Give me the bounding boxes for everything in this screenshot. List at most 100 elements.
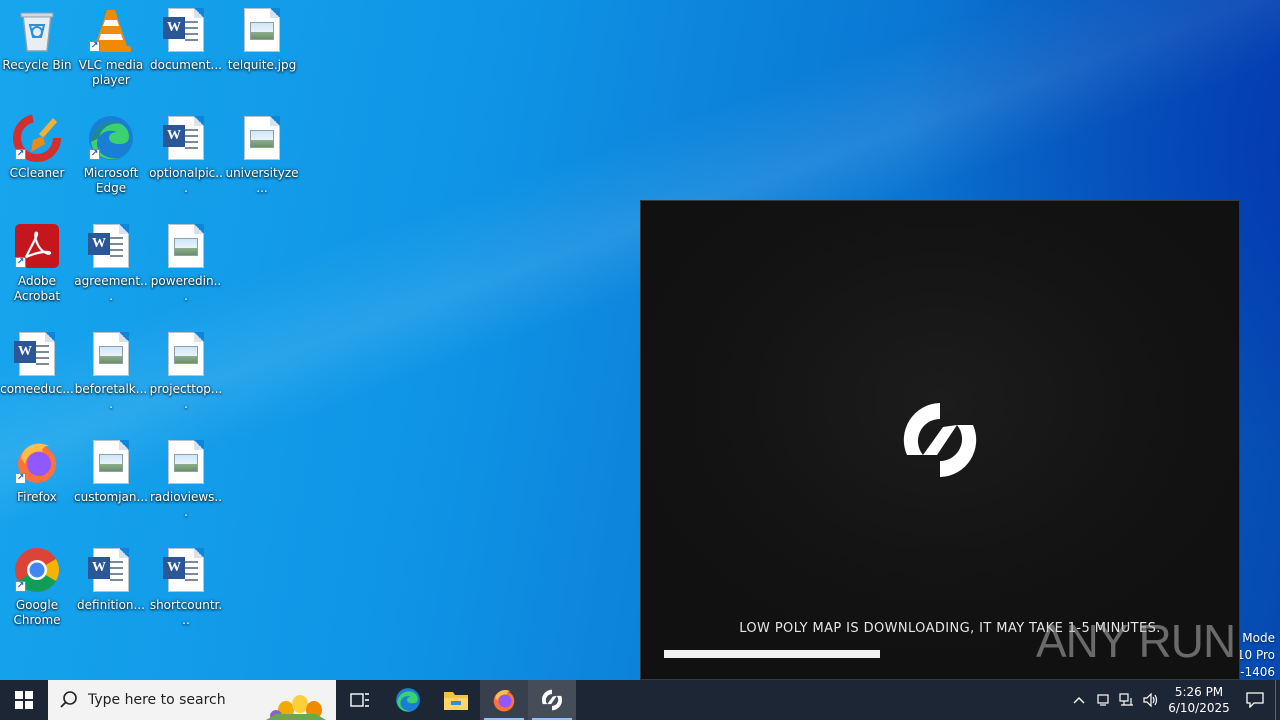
taskbar-clock[interactable]: 5:26 PM 6/10/2025: [1163, 684, 1235, 716]
app-logo-icon: [903, 403, 977, 477]
device-icon: [1097, 694, 1109, 706]
word-document-icon: W: [162, 546, 210, 594]
download-progress-fill: [664, 650, 880, 658]
icon-label: optionalpic...: [149, 166, 223, 195]
tray-volume-icon[interactable]: [1139, 680, 1163, 720]
task-view-button[interactable]: [336, 680, 384, 720]
icon-label: definition...: [77, 598, 145, 612]
image-file-icon: [162, 438, 210, 486]
icon-label: VLC media player: [78, 58, 144, 87]
desktop-icon-beforetalk[interactable]: beforetalk....: [74, 330, 148, 430]
desktop-icon-shortcountr[interactable]: W shortcountr...: [149, 546, 223, 646]
ccleaner-icon: ↗: [13, 114, 61, 162]
system-tray: 5:26 PM 6/10/2025: [1067, 680, 1280, 720]
desktop-icon-optionalpic[interactable]: W optionalpic...: [149, 114, 223, 214]
word-document-icon: W: [13, 330, 61, 378]
show-hidden-icons-button[interactable]: [1067, 680, 1091, 720]
desktop-icon-ccleaner[interactable]: ↗ CCleaner: [0, 114, 74, 214]
edge-icon: [396, 688, 420, 712]
file-explorer-icon: [444, 692, 468, 710]
desktop-icon-definition[interactable]: W definition...: [74, 546, 148, 646]
icon-label: Microsoft Edge: [83, 166, 139, 195]
icon-label: projecttop....: [149, 382, 223, 411]
desktop-icon-firefox[interactable]: ↗ Firefox: [0, 438, 74, 538]
shortcut-arrow-icon: ↗: [15, 149, 26, 160]
volume-icon: [1143, 693, 1158, 707]
word-document-icon: W: [162, 114, 210, 162]
taskbar-edge[interactable]: [384, 680, 432, 720]
download-progress-bar: [664, 650, 1024, 658]
firefox-icon: ↗: [13, 438, 61, 486]
shortcut-arrow-icon: ↗: [89, 149, 100, 160]
icon-label: Google Chrome: [13, 598, 61, 627]
desktop-icon-microsoft-edge[interactable]: ↗ Microsoft Edge: [74, 114, 148, 214]
image-file-icon: [87, 330, 135, 378]
clock-time: 5:26 PM: [1174, 685, 1224, 699]
desktop-icon-projecttop[interactable]: projecttop....: [149, 330, 223, 430]
shortcut-arrow-icon: ↗: [15, 257, 26, 268]
icon-label: agreement...: [74, 274, 148, 303]
tray-network-icon[interactable]: [1115, 680, 1139, 720]
search-icon: [60, 691, 77, 708]
icon-label: universityze...: [225, 166, 299, 195]
chrome-icon: ↗: [13, 546, 61, 594]
word-document-icon: W: [162, 6, 210, 54]
taskbar: 5:26 PM 6/10/2025: [0, 680, 1280, 720]
image-file-icon: [87, 438, 135, 486]
desktop-icon-universityze[interactable]: universityze...: [225, 114, 299, 214]
icon-label: shortcountr...: [149, 598, 223, 627]
desktop-icon-customjan[interactable]: customjan...: [74, 438, 148, 538]
image-file-icon: [238, 6, 286, 54]
icon-label: telquite.jpg: [227, 58, 297, 72]
icon-label: CCleaner: [9, 166, 65, 180]
desktop-icon-radioviews[interactable]: radioviews...: [149, 438, 223, 538]
desktop-icon-document[interactable]: W document...: [149, 6, 223, 106]
show-desktop-button[interactable]: [1275, 680, 1280, 720]
word-document-icon: W: [87, 546, 135, 594]
desktop-icon-adobe-acrobat[interactable]: ↗ Adobe Acrobat: [0, 222, 74, 322]
taskbar-firefox[interactable]: [480, 680, 528, 720]
action-center-button[interactable]: [1235, 680, 1275, 720]
icon-label: customjan...: [74, 490, 148, 504]
icon-label: Adobe Acrobat: [13, 274, 61, 303]
icon-label: document...: [150, 58, 222, 72]
icon-label: Firefox: [17, 490, 57, 504]
desktop-icon-recycle-bin[interactable]: Recycle Bin: [0, 6, 74, 106]
desktop-icon-comeeduc[interactable]: W comeeduc...: [0, 330, 74, 430]
shortcut-arrow-icon: ↗: [15, 473, 26, 484]
watermark-text: ANY RUN: [1036, 615, 1236, 667]
image-file-icon: [238, 114, 286, 162]
clock-date: 6/10/2025: [1168, 701, 1230, 715]
desktop-icon-agreement[interactable]: W agreement...: [74, 222, 148, 322]
edge-icon: ↗: [87, 114, 135, 162]
taskbar-app[interactable]: [528, 680, 576, 720]
word-document-icon: W: [87, 222, 135, 270]
taskbar-search-box[interactable]: [48, 680, 336, 720]
icon-label: radioviews...: [149, 490, 223, 519]
image-file-icon: [162, 222, 210, 270]
image-file-icon: [162, 330, 210, 378]
network-icon: [1119, 693, 1133, 706]
desktop: Recycle Bin ↗ CCleaner ↗ Adobe Acrobat W…: [0, 0, 1280, 680]
taskbar-file-explorer[interactable]: [432, 680, 480, 720]
search-highlight-flowers-icon: [266, 695, 326, 720]
vlc-icon: ↗: [87, 6, 135, 54]
desktop-icon-vlc[interactable]: ↗ VLC media player: [74, 6, 148, 106]
desktop-icon-poweredin[interactable]: poweredin...: [149, 222, 223, 322]
windows-logo-icon: [15, 691, 33, 709]
start-button[interactable]: [0, 680, 48, 720]
search-input[interactable]: [88, 692, 258, 708]
shortcut-arrow-icon: ↗: [89, 41, 100, 52]
chevron-up-icon: [1073, 697, 1085, 704]
desktop-icon-telquite[interactable]: telquite.jpg: [225, 6, 299, 106]
notification-icon: [1246, 692, 1264, 708]
shortcut-arrow-icon: ↗: [15, 581, 26, 592]
anyrun-watermark: ANY RUN: [1036, 606, 1236, 676]
firefox-icon: [493, 690, 515, 712]
task-view-icon: [350, 693, 369, 707]
acrobat-icon: ↗: [13, 222, 61, 270]
icon-label: poweredin...: [150, 274, 222, 303]
icon-label: comeeduc...: [0, 382, 74, 396]
desktop-icon-google-chrome[interactable]: ↗ Google Chrome: [0, 546, 74, 646]
tray-device-icon[interactable]: [1091, 680, 1115, 720]
